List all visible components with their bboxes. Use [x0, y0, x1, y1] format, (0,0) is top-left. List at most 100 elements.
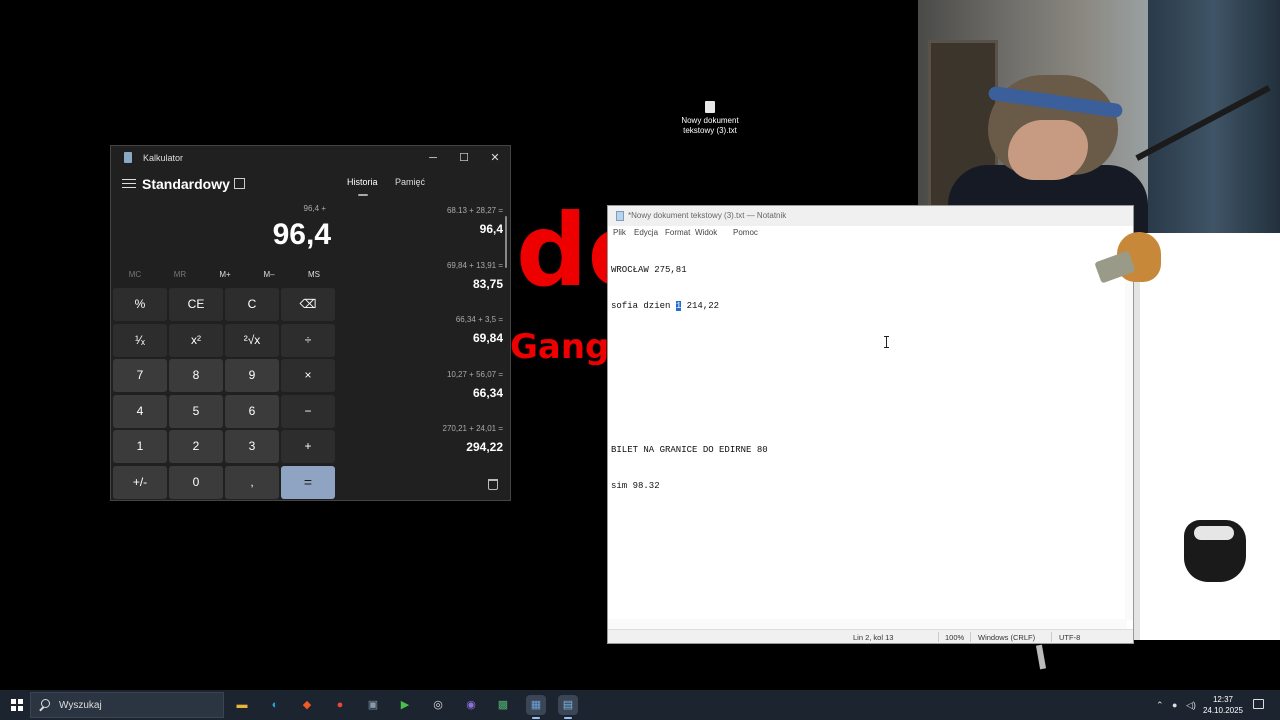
calc-key[interactable]: × — [281, 359, 335, 392]
calculator-titlebar[interactable]: Kalkulator ─ ☐ ✕ — [111, 146, 510, 170]
notepad-icon[interactable]: ▤ — [558, 695, 578, 719]
memory-button[interactable]: MR — [160, 270, 200, 279]
history-item[interactable]: 69,84 + 13,91 = 83,75 — [343, 261, 503, 291]
status-separator — [1051, 632, 1052, 642]
text-line: sim 98.32 — [611, 481, 660, 491]
calc-key[interactable]: ¹⁄ₓ — [113, 323, 167, 357]
overlay-stick — [1035, 644, 1047, 670]
calc-key[interactable]: 4 — [113, 394, 167, 428]
background-red-subtext: Gang — [510, 327, 610, 367]
notepad-titlebar[interactable]: *Nowy dokument tekstowy (3).txt — Notatn… — [608, 206, 1133, 226]
clock-date: 24.10.2025 — [1202, 706, 1244, 715]
calc-key[interactable]: 2 — [169, 430, 223, 463]
calc-key[interactable]: + — [281, 430, 335, 463]
calc-key[interactable]: , — [225, 465, 279, 499]
notepad-menubar: Plik Edycja Format Widok Pomoc — [608, 226, 1133, 240]
microphone-icon[interactable]: ● — [1172, 700, 1177, 710]
menu-item[interactable]: Widok — [695, 228, 717, 237]
app-multi-icon[interactable]: ▩ — [493, 695, 513, 715]
calc-key[interactable]: 7 — [113, 359, 167, 392]
tab-history[interactable]: Historia — [347, 177, 378, 187]
notepad-window[interactable]: *Nowy dokument tekstowy (3).txt — Notatn… — [607, 205, 1134, 644]
calc-key[interactable]: 3 — [225, 430, 279, 463]
history-expression: 66,34 + 3,5 = — [455, 315, 503, 325]
taskbar-search[interactable]: Wyszukaj — [30, 692, 224, 718]
volume-icon[interactable]: ◁) — [1186, 700, 1196, 711]
file-explorer-icon[interactable]: ▬ — [232, 695, 252, 715]
calc-key[interactable]: CE — [169, 288, 223, 321]
clear-history-icon[interactable] — [488, 479, 498, 490]
calc-key[interactable]: 1 — [113, 430, 167, 463]
memory-button[interactable]: MC — [115, 270, 155, 279]
keep-on-top-icon[interactable] — [234, 178, 245, 189]
calc-key[interactable]: +/- — [113, 465, 167, 499]
calc-key[interactable]: 5 — [169, 394, 223, 428]
text-cursor-icon — [884, 336, 889, 348]
close-button[interactable]: ✕ — [484, 150, 506, 166]
calculator-expression: 96,4 + — [303, 204, 326, 213]
history-item[interactable]: 68.13 + 28,27 = 96,4 — [343, 206, 503, 236]
calc-key[interactable]: − — [281, 394, 335, 428]
edge-icon[interactable]: ◐ — [265, 695, 285, 715]
calc-key[interactable]: ÷ — [281, 323, 335, 357]
notepad-statusbar: Lin 2, kol 13 100% Windows (CRLF) UTF-8 — [608, 629, 1133, 643]
calc-key[interactable]: 0 — [169, 465, 223, 499]
notepad-text-area[interactable]: WROCŁAW 275,81 sofia dzien 1 214,22 BILE… — [611, 240, 768, 516]
overlay-dark-region — [1070, 640, 1280, 690]
calc-key[interactable]: 6 — [225, 394, 279, 428]
desktop-file-icon[interactable]: Nowy dokument tekstowy (3).txt — [672, 98, 748, 136]
minimize-button[interactable]: ─ — [422, 150, 444, 166]
history-expression: 69,84 + 13,91 = — [446, 260, 503, 270]
app-purple-icon[interactable]: ◉ — [461, 695, 481, 715]
calc-key[interactable]: ⌫ — [281, 288, 335, 321]
webcam-overlay: Tu — [918, 0, 1280, 233]
text-segment: 214,22 — [681, 301, 720, 311]
vertical-scrollbar[interactable] — [1125, 240, 1133, 620]
chevron-up-icon[interactable]: ⌃ — [1156, 700, 1164, 711]
calculator-window[interactable]: Kalkulator ─ ☐ ✕ Standardowy Historia Pa… — [110, 145, 511, 501]
history-scrollbar[interactable] — [505, 216, 507, 268]
memory-button[interactable]: MS — [294, 270, 334, 279]
app-green-icon[interactable]: ▶ — [395, 695, 415, 715]
memory-button[interactable]: M– — [249, 270, 289, 279]
text-line — [611, 372, 768, 384]
calc-key[interactable]: % — [113, 288, 167, 321]
horizontal-scrollbar[interactable] — [608, 619, 1127, 629]
history-item[interactable]: 270,21 + 24,01 = 294,22 — [343, 424, 504, 454]
calc-key[interactable]: C — [225, 288, 279, 321]
history-item[interactable]: 66,34 + 3,5 = 69,84 — [343, 315, 503, 345]
line-ending: Windows (CRLF) — [978, 633, 1036, 642]
app-gray-icon[interactable]: ▣ — [363, 695, 383, 715]
tab-memory[interactable]: Pamięć — [395, 177, 425, 187]
chrome-icon[interactable]: ● — [330, 695, 350, 715]
calc-key[interactable]: ²√x — [225, 323, 279, 357]
notification-icon[interactable] — [1253, 699, 1264, 709]
history-expression: 10,27 + 56,07 = — [446, 369, 503, 379]
calculator-mode-title: Standardowy — [142, 176, 230, 192]
menu-item[interactable]: Plik — [613, 228, 626, 237]
menu-item[interactable]: Edycja — [634, 228, 658, 237]
memory-button[interactable]: M+ — [205, 270, 245, 279]
calculator-app-icon — [124, 152, 132, 163]
menu-item[interactable]: Pomoc — [733, 228, 758, 237]
menu-item[interactable]: Format — [665, 228, 690, 237]
app-circle-icon[interactable]: ◎ — [428, 695, 448, 715]
calc-key[interactable]: 9 — [225, 359, 279, 392]
text-line: WROCŁAW 275,81 — [611, 265, 687, 275]
calc-key[interactable]: x² — [169, 323, 223, 357]
hamburger-menu-icon[interactable] — [122, 177, 136, 191]
clock-time: 12:37 — [1212, 695, 1234, 704]
calculator-icon[interactable]: ▦ — [526, 695, 546, 719]
desktop-icon-label-line2: tekstowy (3).txt — [683, 126, 737, 135]
history-result: 69,84 — [472, 331, 503, 346]
taskbar-clock[interactable]: 12:37 24.10.2025 — [1200, 694, 1246, 716]
calculator-title: Kalkulator — [143, 153, 184, 163]
calc-key[interactable]: = — [281, 465, 335, 499]
history-item[interactable]: 10,27 + 56,07 = 66,34 — [343, 370, 503, 400]
calc-key[interactable]: 8 — [169, 359, 223, 392]
brave-icon[interactable]: ◆ — [297, 695, 317, 715]
maximize-button[interactable]: ☐ — [453, 150, 475, 166]
start-button[interactable] — [11, 699, 23, 711]
notepad-title: *Nowy dokument tekstowy (3).txt — Notatn… — [628, 211, 787, 220]
window-shadow — [1134, 233, 1140, 653]
